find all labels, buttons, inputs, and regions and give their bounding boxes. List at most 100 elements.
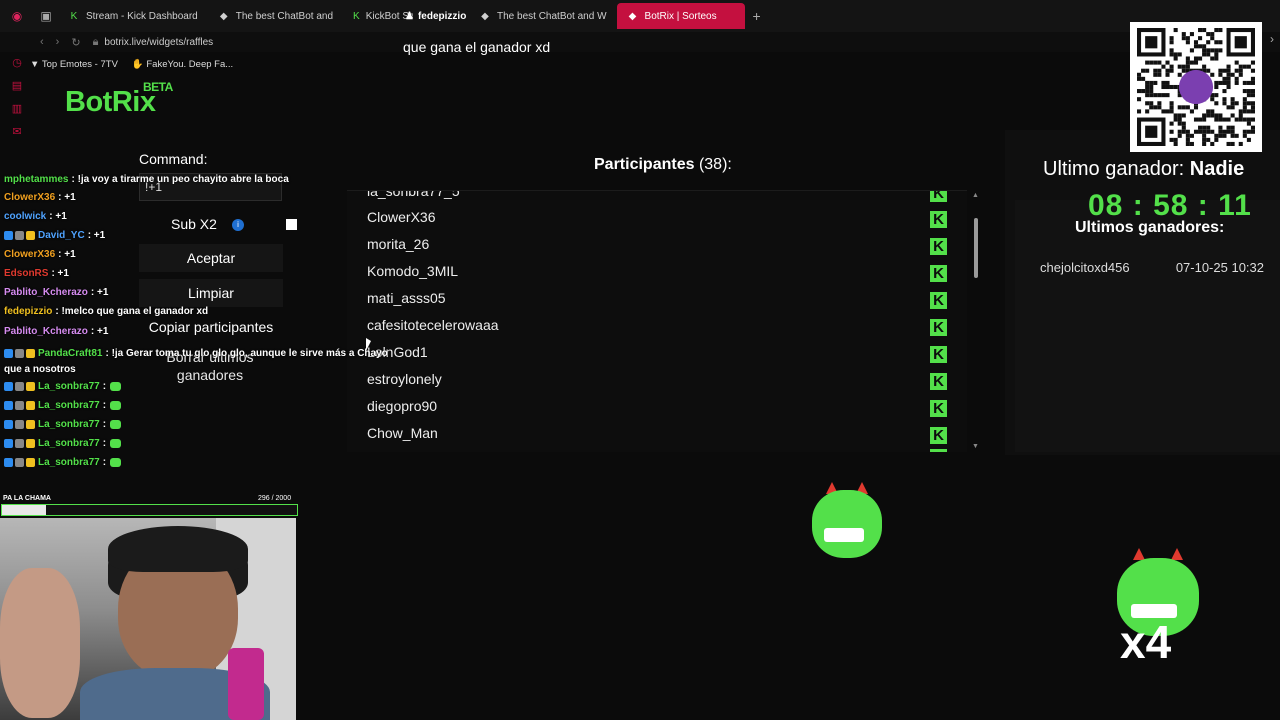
camera-icon[interactable]: ▥	[12, 102, 22, 115]
reload-icon[interactable]: ↻	[65, 36, 86, 49]
store-icon[interactable]: ▤	[12, 79, 22, 92]
kick-platform-icon: K	[930, 265, 947, 282]
accept-button[interactable]: Aceptar	[139, 244, 283, 272]
kick-platform-icon: K	[930, 191, 947, 202]
chat-badges	[4, 381, 35, 391]
overlay-question: que gana el ganador xd	[403, 39, 551, 55]
chat-text: : +1	[49, 211, 67, 222]
bookmark-fakeyou[interactable]: ✋ FakeYou. Deep Fa...	[132, 59, 233, 70]
recent-winners-title: Ultimos ganadores:	[1075, 219, 1225, 236]
chat-message: fedepizzio: !melco que gana el ganador x…	[4, 306, 208, 317]
chat-text: : +1	[90, 326, 109, 337]
chat-text: : +1	[58, 192, 76, 203]
chat-text: : +1	[87, 230, 106, 241]
qr-code-image	[1137, 28, 1255, 146]
overlay-user: ♟ fedepizzio	[405, 11, 467, 22]
chat-text: : !melco que gana el ganador xd	[55, 306, 209, 317]
kick-icon: K	[70, 10, 78, 22]
back-icon[interactable]: ‹	[34, 36, 50, 48]
mail-icon[interactable]: ✉	[12, 125, 21, 138]
chat-message: David_YC: +1	[4, 230, 105, 241]
info-icon[interactable]: i	[232, 219, 244, 231]
yape-qr-code	[1130, 22, 1262, 152]
recent-winners-box	[1015, 200, 1280, 452]
kick-platform-icon: K	[930, 373, 947, 390]
chat-badges	[4, 438, 35, 448]
chat-username: David_YC	[38, 230, 85, 241]
tab-botrix-sorteos[interactable]: ◆ BotRix | Sorteos	[616, 3, 745, 29]
badge-icon	[15, 230, 24, 240]
badge-icon	[26, 438, 35, 448]
chat-badges	[4, 457, 35, 467]
tab-kick-dashboard[interactable]: K Stream - Kick Dashboard	[58, 3, 208, 29]
participants-scrollbar[interactable]	[974, 218, 978, 278]
chat-username: PandaCraft81	[38, 348, 103, 359]
chat-username: La_sonbra77	[38, 419, 100, 430]
kick-emote-icon	[110, 438, 122, 448]
tab-kickbot[interactable]: KKickBot Sav	[343, 3, 413, 29]
badge-icon	[15, 457, 24, 467]
bookmark-7tv[interactable]: ▼ Top Emotes - 7TV	[30, 59, 118, 70]
chat-text: :	[102, 419, 107, 430]
kick-platform-icon: K	[930, 211, 947, 228]
opera-icon[interactable]: ◉	[0, 0, 34, 32]
kick-emote-icon	[110, 400, 122, 410]
sidebar-toggle-icon[interactable]: ›	[1270, 32, 1274, 46]
botrix-logo[interactable]: BotRix BETA	[65, 80, 173, 119]
combo-multiplier: x4	[1120, 616, 1172, 668]
participants-title: Participantes (38):	[594, 156, 732, 173]
participant-row: diegopro90	[367, 398, 438, 414]
chat-username: Pablito_Kcherazo	[4, 287, 88, 298]
sub-x2-label: Sub X2	[171, 216, 217, 232]
webcam-feed	[0, 518, 296, 720]
scroll-down-icon[interactable]: ▼	[972, 443, 979, 450]
badge-icon	[4, 348, 13, 358]
chat-text: :	[102, 400, 107, 411]
badge-icon	[4, 419, 13, 429]
participant-row: ClowerX36	[367, 209, 436, 225]
chat-username: La_sonbra77	[38, 438, 100, 449]
chat-badges	[4, 348, 35, 358]
chat-username: ClowerX36	[4, 249, 56, 260]
lock-icon: 🔒︎	[92, 35, 99, 48]
chat-text: : +1	[58, 249, 76, 260]
chat-text: : +1	[51, 268, 69, 279]
browser-tab-bar: ◉ ▣ K Stream - Kick Dashboard ◆ The best C…	[0, 0, 1280, 32]
chat-username: coolwick	[4, 211, 47, 222]
sub-x2-checkbox[interactable]	[286, 219, 297, 230]
badge-icon	[4, 438, 13, 448]
microphone	[228, 648, 264, 720]
badge-icon	[26, 419, 35, 429]
chat-username: Pablito_Kcherazo	[4, 326, 88, 337]
kick-platform-icon: K	[930, 427, 947, 444]
kick-emote-icon	[110, 419, 122, 429]
scroll-up-icon[interactable]: ▲	[972, 192, 979, 199]
last-winner: Ultimo ganador: Nadie	[1043, 158, 1245, 180]
url-field[interactable]: botrix.live/widgets/raffles	[104, 37, 213, 48]
tab-botrix-1[interactable]: ◆ The best ChatBot and	[208, 3, 343, 29]
chat-message: Pablito_Kcherazo: +1	[4, 287, 108, 298]
chat-username: La_sonbra77	[38, 457, 100, 468]
copy-participants-button[interactable]: Copiar participantes	[139, 313, 283, 341]
tab-botrix-2[interactable]: ◆ The best ChatBot and W	[469, 3, 617, 29]
workspaces-icon[interactable]: ▣	[34, 0, 58, 32]
chat-badges	[4, 419, 35, 429]
sidebar-strip: ◷ ▤ ▥ ✉	[6, 56, 28, 138]
kick-platform-icon: K	[930, 319, 947, 336]
kick-icon: K	[353, 10, 360, 22]
badge-icon	[4, 457, 13, 467]
kick-platform-icon: K	[930, 346, 947, 363]
new-tab-button[interactable]: +	[745, 8, 769, 24]
kick-emote-icon	[110, 457, 122, 467]
participants-list[interactable]: la_sonbra77_5 K ClowerX36 Kmorita_26 K Komodo…	[347, 190, 967, 452]
countdown-timer: 08 : 58 : 11	[1088, 189, 1252, 222]
clear-button[interactable]: Limpiar	[139, 279, 283, 307]
kick-platform-icon: K	[930, 238, 947, 255]
screen: ◉ ▣ K Stream - Kick Dashboard ◆ The best C…	[0, 0, 1280, 720]
forward-icon[interactable]: ›	[50, 36, 66, 48]
history-icon[interactable]: ◷	[12, 56, 22, 69]
badge-icon	[26, 230, 35, 240]
address-bar: ‹ › ↻ 🔒︎ botrix.live/widgets/raffles	[0, 32, 1280, 52]
chat-username: EdsonRS	[4, 268, 49, 279]
chat-text: : +1	[90, 287, 109, 298]
